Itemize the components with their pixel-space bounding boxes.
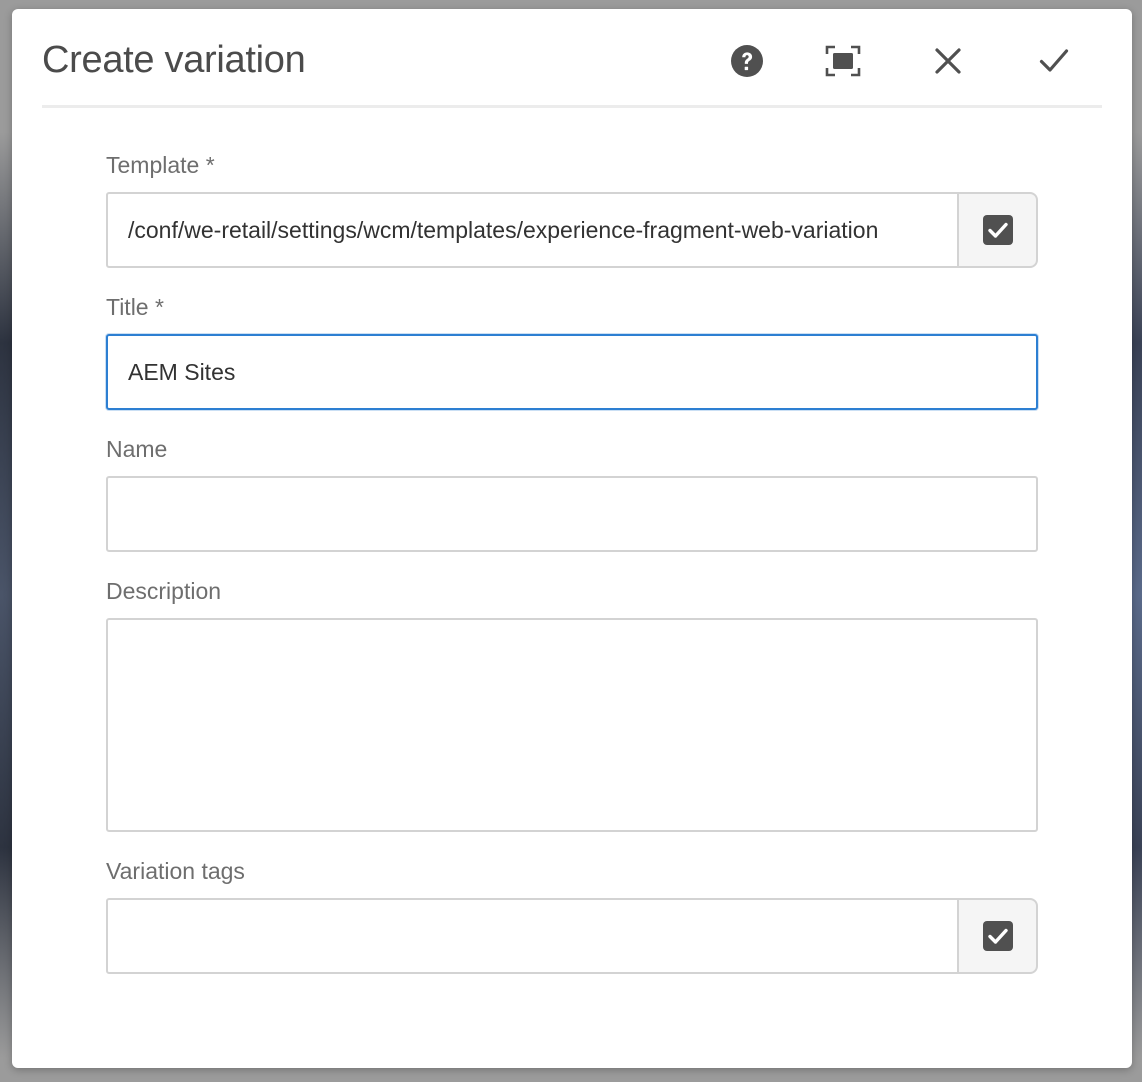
done-button[interactable] (1032, 39, 1076, 83)
variation-tags-label: Variation tags (106, 858, 245, 884)
title-label: Title * (106, 294, 164, 320)
checkbox-checked-icon (982, 215, 1013, 245)
help-circle-icon (731, 45, 763, 77)
dialog-title: Create variation (42, 39, 306, 81)
fullscreen-button[interactable] (821, 39, 865, 83)
name-label: Name (106, 436, 168, 462)
create-variation-dialog: Create variation Template * /conf/we-ret… (12, 9, 1132, 1068)
description-label: Description (106, 578, 222, 604)
title-field[interactable] (106, 334, 1038, 410)
close-icon (935, 48, 961, 74)
close-button[interactable] (926, 39, 970, 83)
fullscreen-icon (825, 45, 861, 77)
dialog-header: Create variation (42, 9, 1102, 108)
template-field[interactable] (106, 192, 959, 268)
help-button[interactable] (725, 39, 769, 83)
name-field[interactable] (106, 476, 1038, 552)
variation-tags-picker-button[interactable] (957, 898, 1038, 974)
template-label: Template * (106, 152, 215, 178)
checkmark-icon (1039, 49, 1069, 72)
template-picker-button[interactable] (957, 192, 1038, 268)
checkbox-checked-icon (982, 921, 1013, 951)
variation-tags-field[interactable] (106, 898, 959, 974)
description-field[interactable] (106, 618, 1038, 832)
